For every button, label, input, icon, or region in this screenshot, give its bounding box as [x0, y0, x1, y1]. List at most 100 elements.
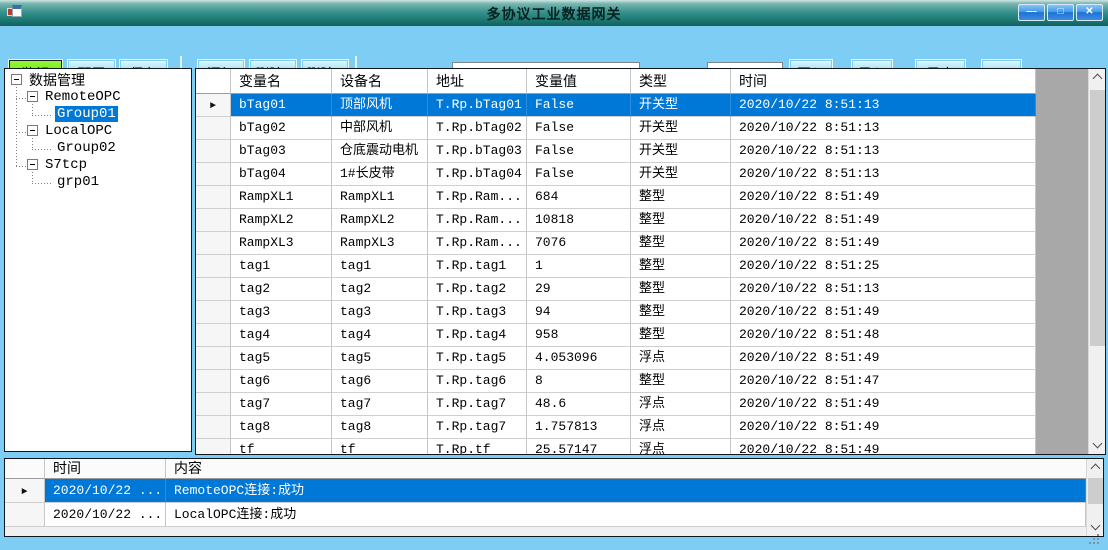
table-cell: T.Rp.tag5 [428, 347, 527, 370]
column-header[interactable]: 时间 [731, 69, 1036, 94]
log-row[interactable]: ►2020/10/22 ...RemoteOPC连接:成功 [5, 479, 1086, 503]
table-cell: T.Rp.Ram... [428, 186, 527, 209]
table-row[interactable]: bTag041#长皮带T.Rp.bTag04False开关型2020/10/22… [196, 163, 1088, 186]
table-row[interactable]: tftfT.Rp.tf25.57147浮点2020/10/22 8:51:49 [196, 439, 1088, 454]
table-cell: T.Rp.bTag02 [428, 117, 527, 140]
row-selector[interactable] [196, 140, 231, 163]
tree-item[interactable]: Group01 [5, 105, 191, 122]
column-header[interactable]: 时间 [45, 459, 166, 479]
log-row[interactable]: 2020/10/22 ...LocalOPC连接:成功 [5, 503, 1086, 527]
scroll-up-icon[interactable] [1089, 69, 1106, 86]
tree-item-label: Group01 [55, 106, 118, 122]
row-selector[interactable] [196, 255, 231, 278]
maximize-button[interactable]: □ [1047, 4, 1074, 21]
table-cell: 1.757813 [527, 416, 631, 439]
table-cell: 整型 [631, 278, 731, 301]
table-cell: 仓底震动电机 [332, 140, 428, 163]
table-cell: 2020/10/22 8:51:49 [731, 347, 1036, 370]
column-header[interactable]: 地址 [428, 69, 527, 94]
row-selector[interactable] [196, 232, 231, 255]
row-selector[interactable] [196, 347, 231, 370]
table-row[interactable]: tag4tag4T.Rp.tag4958整型2020/10/22 8:51:48 [196, 324, 1088, 347]
table-cell: 浮点 [631, 347, 731, 370]
table-cell: T.Rp.tag6 [428, 370, 527, 393]
row-selector[interactable] [196, 186, 231, 209]
tree-item[interactable]: Group02 [5, 139, 191, 156]
tree-item-label: LocalOPC [43, 123, 114, 139]
table-cell: 浮点 [631, 416, 731, 439]
table-row[interactable]: tag6tag6T.Rp.tag68整型2020/10/22 8:51:47 [196, 370, 1088, 393]
table-row[interactable]: tag1tag1T.Rp.tag11整型2020/10/22 8:51:25 [196, 255, 1088, 278]
table-cell: bTag03 [231, 140, 332, 163]
table-cell: tag8 [332, 416, 428, 439]
row-selector[interactable] [196, 393, 231, 416]
tree-item-label: 数据管理 [27, 70, 87, 90]
column-header[interactable]: 类型 [631, 69, 731, 94]
table-cell: 顶部风机 [332, 94, 428, 117]
tree-item[interactable]: S7tcp [5, 156, 191, 173]
vertical-scrollbar[interactable] [1086, 459, 1103, 536]
row-selector[interactable] [196, 439, 231, 454]
table-row[interactable]: RampXL1RampXL1T.Rp.Ram...684整型2020/10/22… [196, 186, 1088, 209]
minimize-button[interactable]: — [1018, 4, 1045, 21]
row-selector[interactable] [196, 370, 231, 393]
tree-item[interactable]: LocalOPC [5, 122, 191, 139]
table-row[interactable]: tag7tag7T.Rp.tag748.6浮点2020/10/22 8:51:4… [196, 393, 1088, 416]
table-row[interactable]: tag8tag8T.Rp.tag71.757813浮点2020/10/22 8:… [196, 416, 1088, 439]
collapse-icon[interactable] [27, 159, 38, 170]
table-cell: tag7 [231, 393, 332, 416]
table-row[interactable]: tag5tag5T.Rp.tag54.053096浮点2020/10/22 8:… [196, 347, 1088, 370]
log-body: ►2020/10/22 ...RemoteOPC连接:成功2020/10/22 … [5, 479, 1086, 527]
table-cell: RampXL2 [231, 209, 332, 232]
vertical-scrollbar[interactable] [1088, 69, 1105, 454]
column-header[interactable]: 内容 [166, 459, 1103, 479]
table-row[interactable]: tag2tag2T.Rp.tag229整型2020/10/22 8:51:13 [196, 278, 1088, 301]
table-cell: 开关型 [631, 163, 731, 186]
collapse-icon[interactable] [11, 74, 22, 85]
table-cell: tag3 [332, 301, 428, 324]
scrollbar-thumb[interactable] [1088, 478, 1103, 504]
table-cell: 4.053096 [527, 347, 631, 370]
table-row[interactable]: ►bTag01顶部风机T.Rp.bTag01False开关型2020/10/22… [196, 94, 1088, 117]
row-selector[interactable] [196, 163, 231, 186]
tree-item[interactable]: RemoteOPC [5, 88, 191, 105]
scrollbar-thumb[interactable] [1090, 90, 1105, 346]
table-cell: T.Rp.bTag01 [428, 94, 527, 117]
collapse-icon[interactable] [27, 91, 38, 102]
row-selector[interactable]: ► [5, 479, 45, 503]
table-cell: bTag01 [231, 94, 332, 117]
column-header[interactable]: 变量值 [527, 69, 631, 94]
table-cell: 29 [527, 278, 631, 301]
row-selector[interactable] [196, 278, 231, 301]
tree-item[interactable]: 数据管理 [5, 71, 191, 88]
table-cell: tag7 [332, 393, 428, 416]
row-selector[interactable] [196, 301, 231, 324]
scroll-up-icon[interactable] [1087, 459, 1104, 476]
scroll-down-icon[interactable] [1089, 437, 1106, 454]
table-cell: T.Rp.tag4 [428, 324, 527, 347]
close-button[interactable]: ✕ [1076, 4, 1103, 21]
resize-grip-icon[interactable] [1089, 534, 1101, 546]
row-selector[interactable] [5, 503, 45, 527]
collapse-icon[interactable] [27, 125, 38, 136]
table-row[interactable]: bTag03仓底震动电机T.Rp.bTag03False开关型2020/10/2… [196, 140, 1088, 163]
table-cell: RampXL3 [332, 232, 428, 255]
row-selector[interactable]: ► [196, 94, 231, 117]
column-header[interactable]: 变量名 [231, 69, 332, 94]
table-cell: 整型 [631, 324, 731, 347]
row-selector[interactable] [196, 209, 231, 232]
table-cell: 2020/10/22 ... [45, 479, 166, 503]
variables-table: 变量名 设备名 地址 变量值 类型 时间 ►bTag01顶部风机T.Rp.bTa… [195, 68, 1106, 455]
table-row[interactable]: tag3tag3T.Rp.tag394整型2020/10/22 8:51:49 [196, 301, 1088, 324]
table-row[interactable]: bTag02中部风机T.Rp.bTag02False开关型2020/10/22 … [196, 117, 1088, 140]
row-selector[interactable] [196, 324, 231, 347]
table-row[interactable]: RampXL2RampXL2T.Rp.Ram...10818整型2020/10/… [196, 209, 1088, 232]
table-cell: 整型 [631, 209, 731, 232]
tree-item[interactable]: grp01 [5, 173, 191, 190]
table-row[interactable]: RampXL3RampXL3T.Rp.Ram...7076整型2020/10/2… [196, 232, 1088, 255]
row-selector[interactable] [196, 117, 231, 140]
table-header-row: 变量名 设备名 地址 变量值 类型 时间 [196, 69, 1105, 94]
table-cell: LocalOPC连接:成功 [166, 503, 1086, 527]
column-header[interactable]: 设备名 [332, 69, 428, 94]
row-selector[interactable] [196, 416, 231, 439]
